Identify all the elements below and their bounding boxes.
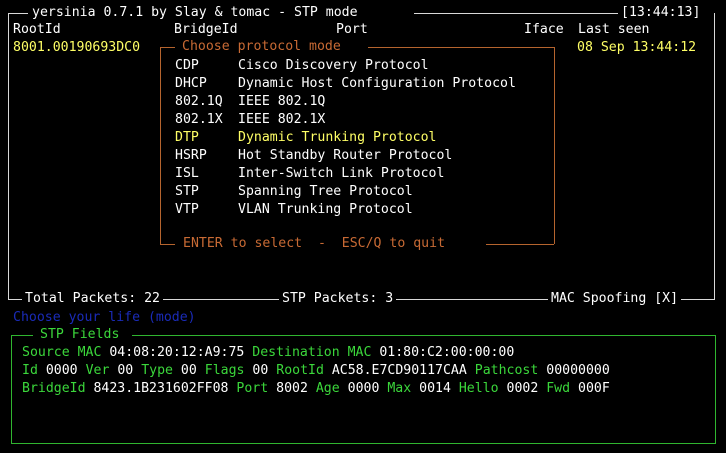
clock: [13:44:13]	[621, 5, 701, 20]
stp-fields-row-2: Id 0000 Ver 00 Type 00 Flags 00 RootId A…	[22, 363, 610, 378]
field-id[interactable]: 0000	[46, 363, 78, 378]
protocol-item-cdp[interactable]: CDP Cisco Discovery Protocol	[175, 57, 429, 75]
field-fwd[interactable]: 000F	[578, 381, 610, 396]
dialog-footer-rule-right	[486, 244, 554, 245]
protocol-item-dtp[interactable]: DTP Dynamic Trunking Protocol	[175, 129, 437, 147]
field-rootid[interactable]: AC58.E7CD90117CAA	[332, 363, 467, 378]
protocol-item-hsrp[interactable]: HSRP Hot Standby Router Protocol	[175, 147, 452, 165]
table-row-last-seen[interactable]: 08 Sep 13:44:12	[577, 39, 696, 57]
stp-rule-left	[11, 335, 33, 336]
field-type[interactable]: 00	[181, 363, 197, 378]
dialog-rule-left	[160, 47, 175, 48]
field-bridgeid[interactable]: 8423.1B231602FF08	[93, 381, 228, 396]
stp-fields-title: STP Fields	[40, 327, 120, 342]
field-port[interactable]: 8002	[276, 381, 308, 396]
field-flags[interactable]: 00	[252, 363, 268, 378]
total-packets: Total Packets: 22	[22, 290, 163, 308]
title-rule-left	[8, 13, 28, 14]
title-rule-right	[414, 13, 618, 14]
protocol-item-8021q[interactable]: 802.1Q IEEE 802.1Q	[175, 93, 325, 111]
dialog-footer: ENTER to select - ESC/Q to quit	[183, 236, 446, 251]
mac-spoofing-toggle[interactable]: MAC Spoofing [X]	[548, 290, 682, 308]
stp-rule-right	[132, 335, 716, 336]
field-source-mac[interactable]: 04:08:20:12:A9:75	[109, 345, 244, 360]
dialog-footer-rule-left	[160, 244, 175, 245]
protocol-item-stp[interactable]: STP Spanning Tree Protocol	[175, 183, 413, 201]
header-port[interactable]: Port	[336, 21, 368, 39]
stp-packets: STP Packets: 3	[279, 290, 397, 308]
field-max[interactable]: 0014	[419, 381, 451, 396]
window-title: yersinia 0.7.1 by Slay & tomac - STP mod…	[32, 5, 358, 20]
protocol-item-isl[interactable]: ISL Inter-Switch Link Protocol	[175, 165, 444, 183]
mode-prompt: Choose your life (mode)	[13, 310, 196, 325]
field-age[interactable]: 0000	[348, 381, 380, 396]
protocol-item-8021x[interactable]: 802.1X IEEE 802.1X	[175, 111, 325, 129]
stp-fields-row-3: BridgeId 8423.1B231602FF08 Port 8002 Age…	[22, 381, 610, 396]
field-dest-mac[interactable]: 01:80:C2:00:00:00	[379, 345, 514, 360]
table-row-rootid[interactable]: 8001.00190693DC0	[13, 39, 140, 57]
header-last-seen[interactable]: Last seen	[578, 21, 649, 39]
field-ver[interactable]: 00	[117, 363, 133, 378]
protocol-item-vtp[interactable]: VTP VLAN Trunking Protocol	[175, 201, 413, 219]
protocol-item-dhcp[interactable]: DHCP Dynamic Host Configuration Protocol	[175, 75, 516, 93]
header-rootid[interactable]: RootId	[13, 21, 61, 39]
field-hello[interactable]: 0002	[507, 381, 539, 396]
dialog-title: Choose protocol mode	[182, 39, 341, 54]
field-pathcost[interactable]: 00000000	[546, 363, 610, 378]
header-iface[interactable]: Iface	[524, 21, 564, 39]
dialog-rule-right	[368, 47, 554, 48]
header-bridgeid[interactable]: BridgeId	[174, 21, 238, 39]
stp-fields-row-1: Source MAC 04:08:20:12:A9:75 Destination…	[22, 345, 515, 360]
